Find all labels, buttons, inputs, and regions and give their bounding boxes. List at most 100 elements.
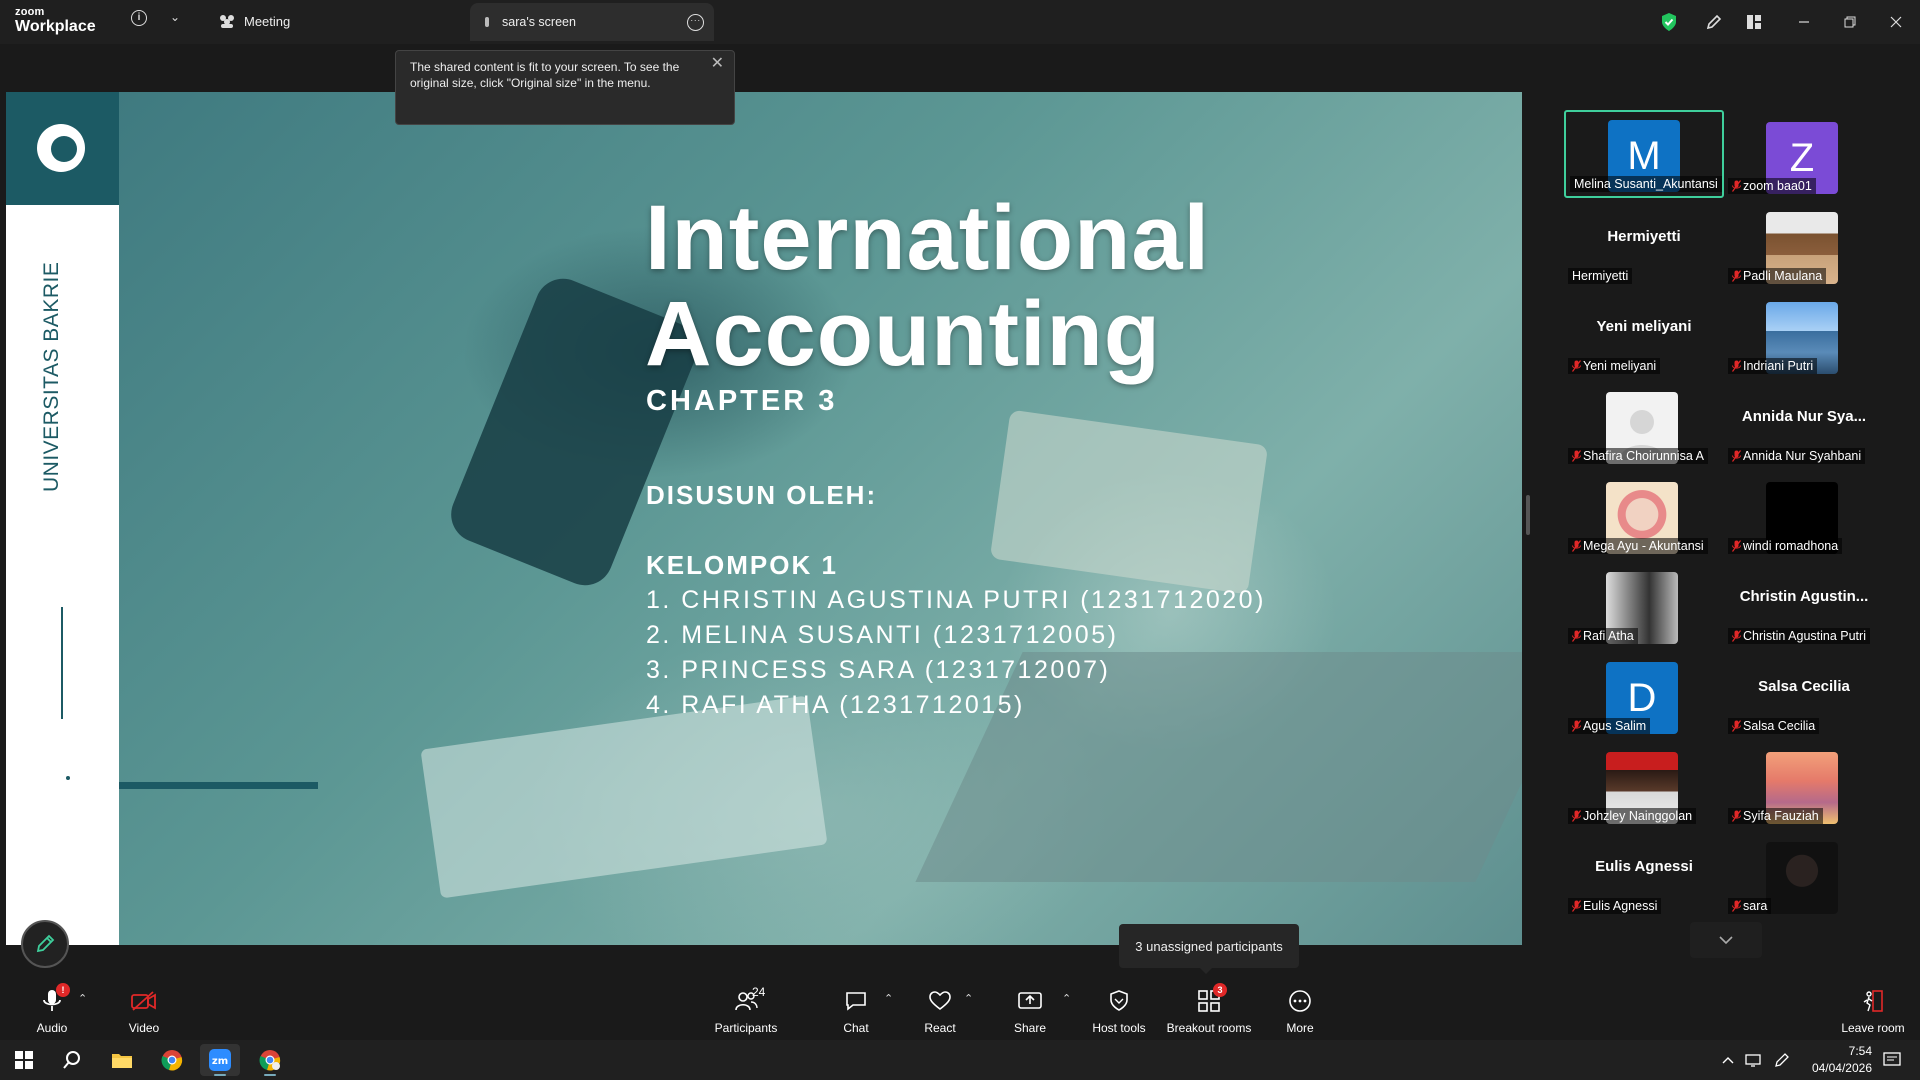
participant-tile[interactable]: Salsa Cecilia Salsa Cecilia — [1724, 650, 1884, 738]
audio-options-caret-icon[interactable]: ⌃ — [78, 992, 87, 1005]
panel-resize-handle[interactable] — [1526, 495, 1530, 535]
participant-name: Syifa Fauziah — [1743, 809, 1819, 823]
participant-tile[interactable]: Eulis Agnessi Eulis Agnessi — [1564, 830, 1724, 918]
participant-name: Rafi Atha — [1583, 629, 1634, 643]
react-options-caret-icon[interactable]: ⌃ — [964, 992, 973, 1005]
network-icon[interactable] — [1742, 1044, 1766, 1076]
participant-tile[interactable]: Mega Ayu - Akuntansi — [1564, 470, 1724, 558]
notifications-icon[interactable] — [1876, 1044, 1908, 1076]
restore-icon[interactable] — [1836, 0, 1864, 44]
participant-name-label: Yeni meliyani — [1568, 358, 1661, 374]
security-shield-icon[interactable] — [1655, 0, 1683, 44]
share-screen-icon — [1018, 992, 1042, 1009]
pen-ink-icon[interactable] — [1770, 1044, 1794, 1076]
participant-display-name: Eulis Agnessi — [1595, 858, 1693, 875]
participant-tile[interactable]: windi romadhona — [1724, 470, 1884, 558]
participant-tile[interactable]: Rafi Atha — [1564, 560, 1724, 648]
react-button[interactable]: React — [918, 980, 962, 1038]
participant-tile[interactable]: Annida Nur Sya... Annida Nur Syahbani — [1724, 380, 1884, 468]
gallery-scroll-down-button[interactable] — [1690, 922, 1762, 958]
slide-title: International Accounting — [645, 190, 1210, 382]
chat-label: Chat — [843, 1021, 869, 1035]
fit-to-screen-tooltip: The shared content is fit to your screen… — [395, 50, 735, 125]
annotate-button[interactable] — [21, 920, 69, 968]
participant-tile[interactable]: Syifa Fauziah — [1724, 740, 1884, 828]
participant-name: Hermiyetti — [1572, 269, 1629, 283]
slide-title-line1: International — [645, 187, 1211, 289]
university-name: UNIVERSITAS BAKRIE — [40, 261, 63, 492]
participant-tile[interactable]: Indriani Putri — [1724, 290, 1884, 378]
zoom-taskbar-button[interactable]: zm — [200, 1044, 240, 1076]
meeting-info-icon[interactable]: i — [131, 10, 147, 26]
screen-share-icon — [485, 17, 489, 27]
chevron-down-icon — [1719, 936, 1733, 945]
shared-screen-tab[interactable]: sara's screen ··· — [470, 3, 714, 41]
start-button[interactable] — [4, 1044, 44, 1076]
participant-name: Annida Nur Syahbani — [1743, 449, 1862, 463]
participant-tile[interactable]: Johzley Nainggolan — [1564, 740, 1724, 828]
participant-tile[interactable]: Christin Agustin... Christin Agustina Put… — [1724, 560, 1884, 648]
host-tools-button[interactable]: Host tools — [1088, 980, 1150, 1038]
chevron-down-icon[interactable]: ⌄ — [170, 10, 180, 24]
minimize-icon[interactable] — [1790, 0, 1818, 44]
chat-icon — [846, 992, 866, 1011]
participant-name-label: Christin Agustina Putri — [1728, 628, 1870, 644]
share-options-caret-icon[interactable]: ⌃ — [1062, 992, 1071, 1005]
participants-button[interactable]: 24 Participants — [710, 980, 782, 1038]
slide-chapter: CHAPTER 3 — [646, 385, 838, 417]
participant-name: Salsa Cecilia — [1743, 719, 1816, 733]
participant-tile[interactable]: D Agus Salim — [1564, 650, 1724, 738]
audio-button[interactable]: ! Audio — [30, 980, 74, 1038]
accent-bar — [119, 782, 318, 789]
member-line: 3. PRINCESS SARA (1231712007) — [646, 656, 1111, 684]
meeting-tab[interactable]: Meeting — [218, 9, 290, 33]
decor-dot — [66, 776, 70, 780]
participant-name-label: zoom baa01 — [1728, 178, 1816, 194]
participant-tile[interactable]: Hermiyetti Hermiyetti — [1564, 200, 1724, 288]
participant-name: Padli Maulana — [1743, 269, 1823, 283]
participant-name: Johzley Nainggolan — [1583, 809, 1693, 823]
taskbar-clock[interactable]: 7:54 04/04/2026 — [1812, 1043, 1872, 1077]
more-button[interactable]: More — [1278, 980, 1322, 1038]
active-indicator — [264, 1074, 276, 1076]
tray-overflow-icon[interactable] — [1718, 1044, 1738, 1076]
participant-tile[interactable]: Zzoom baa01 — [1724, 110, 1884, 198]
mic-muted-icon — [1732, 270, 1741, 282]
chat-button[interactable]: Chat — [834, 980, 878, 1038]
share-button[interactable]: Share — [1008, 980, 1052, 1038]
breakout-rooms-button[interactable]: 3 Breakout rooms — [1166, 980, 1252, 1038]
participant-name-label: Agus Salim — [1568, 718, 1651, 734]
clock-date: 04/04/2026 — [1811, 1061, 1872, 1075]
participant-tile[interactable]: Padli Maulana — [1724, 200, 1884, 288]
participant-name-label: Johzley Nainggolan — [1568, 808, 1697, 824]
file-explorer-button[interactable] — [102, 1044, 142, 1076]
participant-name: Melina Susanti_Akuntansi — [1574, 177, 1718, 191]
chrome-profile-button[interactable] — [250, 1044, 290, 1076]
tab-more-icon[interactable]: ··· — [687, 14, 704, 31]
leave-room-button[interactable]: Leave room — [1836, 980, 1910, 1038]
slide-logo-block — [6, 92, 119, 205]
tooltip-text: The shared content is fit to your screen… — [410, 60, 680, 90]
video-button[interactable]: Video — [122, 980, 166, 1038]
view-layout-icon[interactable] — [1740, 0, 1768, 44]
heart-icon — [929, 991, 951, 1011]
participant-name: Mega Ayu - Akuntansi — [1583, 539, 1704, 553]
annotate-pencil-icon[interactable] — [1700, 0, 1728, 44]
slide-sidebar: UNIVERSITAS BAKRIE — [6, 92, 119, 945]
mic-muted-icon — [1732, 180, 1741, 192]
participant-tile[interactable]: Yeni meliyani Yeni meliyani — [1564, 290, 1724, 378]
participant-tile[interactable]: Shafira Choirunnisa A — [1564, 380, 1724, 468]
close-icon[interactable] — [1882, 0, 1910, 44]
chrome-button[interactable] — [152, 1044, 192, 1076]
participant-tile[interactable]: M Melina Susanti_Akuntansi — [1564, 110, 1724, 198]
windows-logo-icon — [15, 1051, 33, 1069]
participant-name: Christin Agustina Putri — [1743, 629, 1866, 643]
mic-muted-icon — [1572, 450, 1581, 462]
participant-tile[interactable]: sara — [1724, 830, 1884, 918]
search-button[interactable] — [52, 1044, 92, 1076]
chat-options-caret-icon[interactable]: ⌃ — [884, 992, 893, 1005]
participant-name-label: Shafira Choirunnisa A — [1568, 448, 1708, 464]
participant-display-name: Yeni meliyani — [1596, 318, 1692, 335]
svg-text:zm: zm — [212, 1056, 228, 1067]
tooltip-close-icon[interactable]: ✕ — [711, 56, 724, 72]
